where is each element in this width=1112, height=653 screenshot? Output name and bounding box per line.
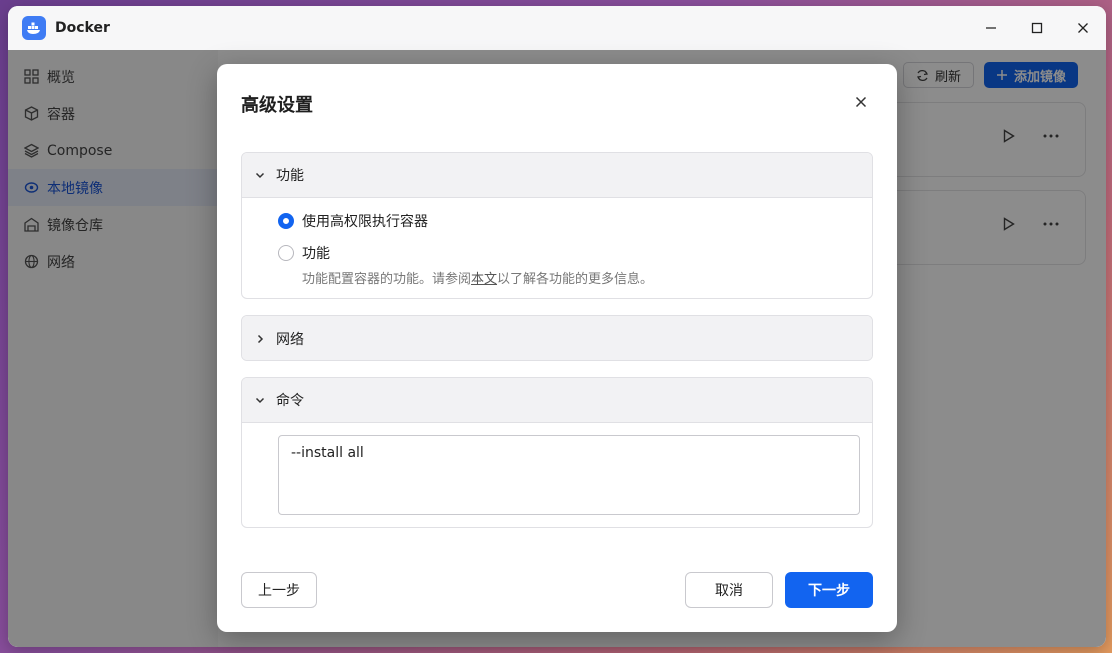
advanced-settings-dialog: 高级设置 功能 使用高权限执行容器 功能 功能配置容器的功能。请参阅本文以了解各…	[217, 64, 897, 632]
section-title: 命令	[276, 393, 304, 409]
option-label: 功能	[302, 246, 330, 262]
command-header[interactable]: 命令	[242, 378, 872, 423]
dialog-title: 高级设置	[241, 95, 313, 116]
radio-button-checked[interactable]	[278, 213, 294, 229]
previous-step-button[interactable]: 上一步	[241, 572, 317, 608]
capabilities-section: 功能 使用高权限执行容器 功能 功能配置容器的功能。请参阅本文以了解各功能的更多…	[241, 152, 873, 299]
minimize-button[interactable]	[968, 6, 1014, 50]
close-icon	[1078, 23, 1088, 33]
command-input[interactable]: --install all	[278, 435, 860, 515]
hint-prefix: 功能配置容器的功能。请参阅	[302, 272, 472, 287]
section-title: 功能	[276, 168, 304, 184]
hint-suffix: 以了解各功能的更多信息。	[497, 272, 654, 287]
capabilities-hint: 功能配置容器的功能。请参阅本文以了解各功能的更多信息。	[302, 268, 653, 287]
app-title: Docker	[55, 20, 110, 36]
minimize-icon	[986, 27, 996, 29]
network-section: 网络	[241, 315, 873, 361]
radio-button[interactable]	[278, 245, 294, 261]
privileged-option[interactable]: 使用高权限执行容器	[278, 211, 428, 231]
chevron-right-icon	[257, 334, 264, 343]
chevron-down-icon	[255, 397, 265, 404]
maximize-button[interactable]	[1014, 6, 1060, 50]
hint-link[interactable]: 本文	[471, 272, 497, 287]
maximize-icon	[1031, 22, 1043, 34]
dialog-close-button[interactable]	[853, 94, 869, 110]
chevron-down-icon	[255, 172, 265, 179]
close-icon	[855, 96, 867, 108]
window-controls	[968, 6, 1106, 50]
section-title: 网络	[276, 331, 304, 348]
command-section: 命令 --install all	[241, 377, 873, 528]
capabilities-option[interactable]: 功能	[278, 243, 330, 263]
docker-logo-icon	[22, 16, 46, 40]
network-header[interactable]: 网络	[242, 316, 872, 360]
close-window-button[interactable]	[1060, 6, 1106, 50]
next-step-button[interactable]: 下一步	[785, 572, 873, 608]
option-label: 使用高权限执行容器	[302, 214, 428, 230]
cancel-button[interactable]: 取消	[685, 572, 773, 608]
capabilities-header[interactable]: 功能	[242, 153, 872, 198]
title-bar: Docker	[8, 6, 1106, 50]
